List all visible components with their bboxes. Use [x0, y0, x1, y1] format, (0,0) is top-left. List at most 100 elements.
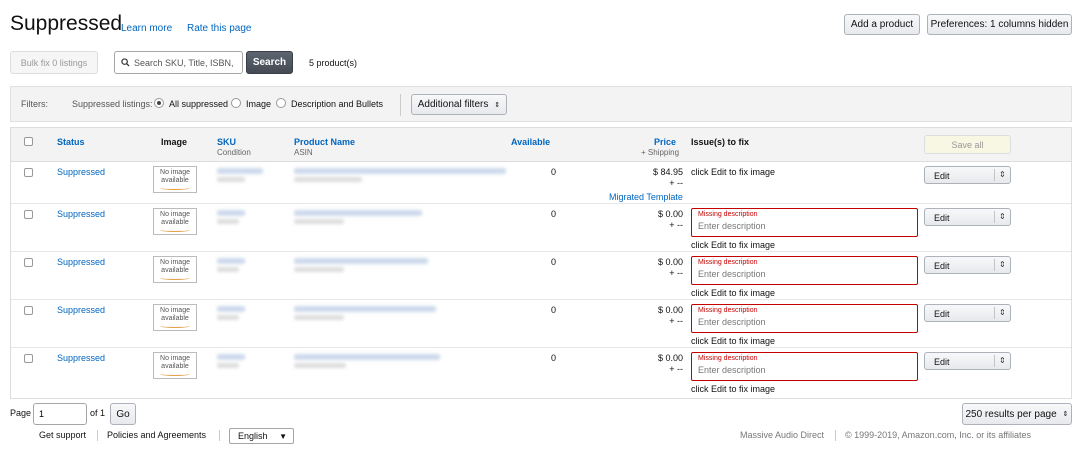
radio-all-suppressed[interactable] [154, 98, 164, 108]
dropdown-arrows-icon[interactable]: ⇕ [999, 260, 1006, 269]
condition-blurred [217, 267, 239, 272]
edit-button[interactable]: Edit ⇕ [924, 208, 1011, 226]
status-link[interactable]: Suppressed [57, 257, 105, 267]
no-image-text: No image available [160, 211, 190, 226]
dropdown-arrows-icon[interactable]: ⇕ [999, 308, 1006, 317]
status-link[interactable]: Suppressed [57, 353, 105, 363]
page-of-label: of 1 [90, 408, 106, 418]
col-available[interactable]: Available [511, 137, 550, 147]
dropdown-arrows-icon[interactable]: ⇕ [999, 212, 1006, 221]
search-input[interactable] [134, 57, 234, 68]
add-product-button[interactable]: Add a product [844, 14, 920, 35]
row-checkbox[interactable] [24, 306, 33, 315]
search-box[interactable] [114, 51, 243, 74]
row-checkbox[interactable] [24, 354, 33, 363]
sku-blurred[interactable] [217, 210, 245, 216]
table-row: Suppressed No image available 0 $ 84.95 … [11, 162, 1071, 204]
description-input[interactable] [698, 221, 908, 231]
page-number-input[interactable] [33, 403, 87, 425]
footer-divider [835, 430, 836, 441]
status-link[interactable]: Suppressed [57, 209, 105, 219]
price-cell: $ 84.95 + -- [611, 167, 683, 189]
search-button[interactable]: Search [246, 51, 293, 74]
caret-down-icon: ▼ [279, 431, 287, 441]
available-qty: 0 [551, 209, 557, 219]
available-qty: 0 [551, 167, 557, 177]
price-value: $ 84.95 [652, 167, 683, 177]
radio-description[interactable] [276, 98, 286, 108]
col-issues: Issue(s) to fix [691, 137, 750, 147]
select-all-checkbox[interactable] [24, 137, 33, 146]
go-button[interactable]: Go [110, 403, 136, 425]
product-name-blurred[interactable] [294, 354, 440, 360]
issue-text: click Edit to fix image [691, 167, 776, 177]
radio-image[interactable] [231, 98, 241, 108]
shipping-value: + -- [669, 220, 683, 230]
policies-link[interactable]: Policies and Agreements [107, 430, 206, 440]
additional-filters-label: Additional filters [417, 99, 489, 110]
radio-all-suppressed-label[interactable]: All suppressed [169, 99, 228, 109]
footer-divider [97, 430, 98, 441]
edit-button[interactable]: Edit ⇕ [924, 166, 1011, 184]
learn-more-link[interactable]: Learn more [121, 23, 172, 34]
copyright-text: © 1999-2019, Amazon.com, Inc. or its aff… [845, 430, 1032, 440]
smile-logo-icon [160, 186, 190, 190]
status-link[interactable]: Suppressed [57, 305, 105, 315]
product-name-blurred[interactable] [294, 168, 506, 174]
description-input[interactable] [698, 317, 908, 327]
save-all-button[interactable]: Save all [924, 135, 1011, 154]
radio-description-label[interactable]: Description and Bullets [291, 99, 383, 109]
row-checkbox[interactable] [24, 168, 33, 177]
dropdown-arrows-icon[interactable]: ⇕ [999, 356, 1006, 365]
footer-divider [219, 430, 220, 441]
preferences-button[interactable]: Preferences: 1 columns hidden [927, 14, 1072, 35]
per-page-label: 250 results per page [965, 408, 1057, 420]
asin-blurred [294, 267, 344, 272]
language-select[interactable]: English ▼ [229, 428, 294, 444]
edit-button[interactable]: Edit ⇕ [924, 352, 1011, 370]
description-input[interactable] [698, 269, 908, 279]
sku-blurred[interactable] [217, 354, 245, 360]
condition-blurred [217, 219, 239, 224]
missing-description-field[interactable]: Missing description [691, 208, 918, 237]
row-checkbox[interactable] [24, 210, 33, 219]
col-price[interactable]: Price [654, 137, 676, 147]
missing-description-label: Missing description [698, 211, 758, 218]
status-link[interactable]: Suppressed [57, 167, 105, 177]
product-name-blurred[interactable] [294, 210, 422, 216]
row-checkbox[interactable] [24, 258, 33, 267]
table-header: Status Image SKU Condition Product Name … [11, 128, 1071, 162]
sort-arrows-icon: ⇕ [494, 101, 501, 109]
col-status[interactable]: Status [57, 137, 85, 147]
missing-description-field[interactable]: Missing description [691, 256, 918, 285]
col-product-name[interactable]: Product Name [294, 137, 355, 147]
dropdown-arrows-icon[interactable]: ⇕ [999, 170, 1006, 179]
col-sku[interactable]: SKU [217, 137, 236, 147]
table-row: Suppressed No image available 0 $ 0.00 +… [11, 300, 1071, 348]
col-condition: Condition [217, 148, 251, 157]
sku-blurred[interactable] [217, 306, 245, 312]
per-page-select[interactable]: 250 results per page ⇕ [962, 403, 1072, 425]
rate-page-link[interactable]: Rate this page [187, 23, 252, 34]
page-title: Suppressed [10, 12, 123, 35]
radio-image-label[interactable]: Image [246, 99, 271, 109]
description-input[interactable] [698, 365, 908, 375]
additional-filters-button[interactable]: Additional filters ⇕ [411, 94, 507, 115]
migrated-template-link[interactable]: Migrated Template [609, 192, 683, 202]
missing-description-field[interactable]: Missing description [691, 352, 918, 381]
product-name-blurred[interactable] [294, 306, 436, 312]
sort-arrows-icon: ⇕ [1062, 411, 1069, 418]
sku-blurred[interactable] [217, 168, 263, 174]
col-image: Image [161, 137, 188, 147]
edit-button[interactable]: Edit ⇕ [924, 256, 1011, 274]
get-support-link[interactable]: Get support [39, 430, 86, 440]
smile-logo-icon [160, 324, 190, 328]
issue-text: click Edit to fix image [691, 288, 776, 298]
product-name-blurred[interactable] [294, 258, 428, 264]
filters-label: Filters: [21, 99, 48, 109]
missing-description-field[interactable]: Missing description [691, 304, 918, 333]
sku-blurred[interactable] [217, 258, 245, 264]
asin-blurred [294, 219, 344, 224]
bulk-fix-button[interactable]: Bulk fix 0 listings [10, 51, 98, 74]
edit-button[interactable]: Edit ⇕ [924, 304, 1011, 322]
